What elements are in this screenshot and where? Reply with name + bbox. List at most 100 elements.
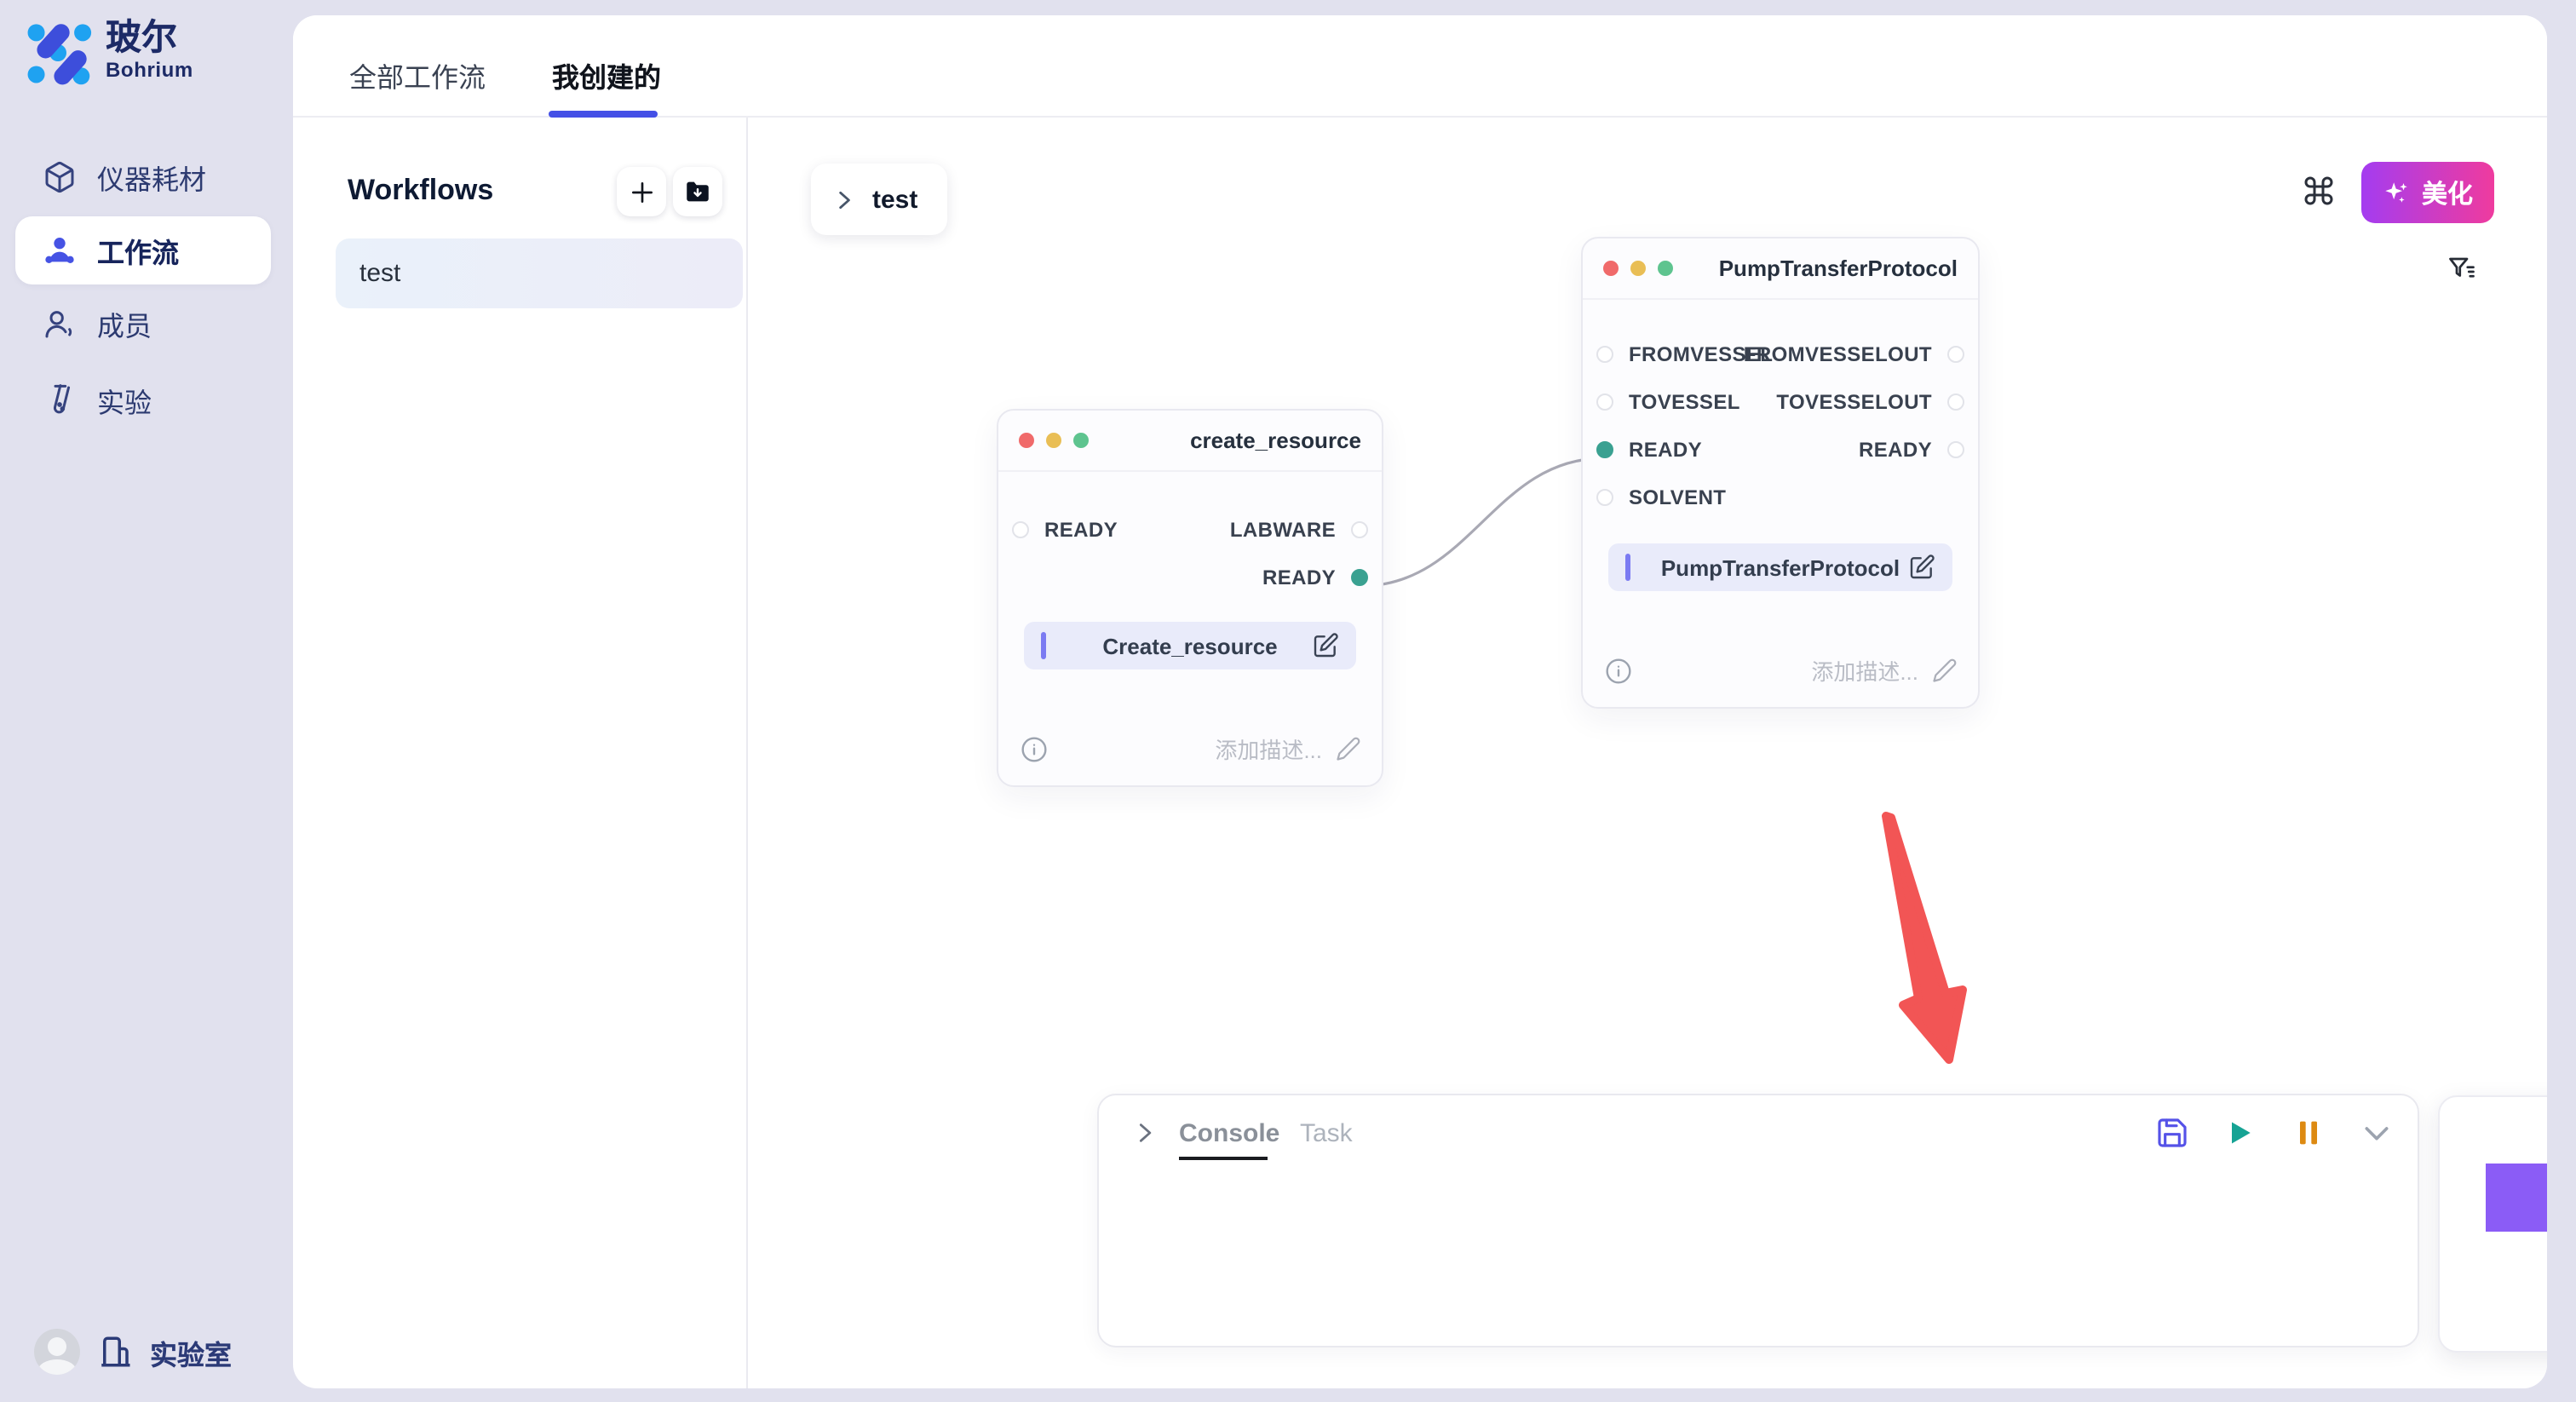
tab-task[interactable]: Task	[1300, 1119, 1353, 1148]
node-action-label: PumpTransferProtocol	[1661, 554, 1900, 580]
pencil-icon[interactable]	[1932, 658, 1958, 683]
info-icon[interactable]	[1021, 735, 1048, 762]
node-action-button[interactable]: Create_resource	[1024, 622, 1356, 669]
port-circle[interactable]	[1351, 569, 1368, 586]
collapse-chevron-icon[interactable]	[1133, 1121, 1157, 1145]
beautify-label: 美化	[2422, 175, 2473, 210]
node-title: create_resource	[1190, 428, 1361, 453]
workflows-panel-title: Workflows	[348, 174, 493, 208]
console-panel: Console Task	[1097, 1094, 2419, 1347]
node-header[interactable]: PumpTransferProtocol	[1583, 238, 1978, 300]
output-port-tovesselout[interactable]: TOVESSELOUT	[1776, 392, 1964, 412]
port-label: READY	[1859, 438, 1932, 462]
node-header[interactable]: create_resource	[998, 411, 1382, 472]
port-label: FROMVESSELOUT	[1744, 342, 1932, 366]
pencil-icon[interactable]	[1336, 736, 1361, 761]
port-circle[interactable]	[1596, 489, 1613, 506]
sidebar-item-instruments[interactable]: 仪器耗材	[15, 143, 271, 211]
input-port-ready[interactable]: READY	[1596, 440, 1702, 460]
description-placeholder[interactable]: 添加描述...	[1215, 733, 1322, 765]
beautify-button[interactable]: 美化	[2361, 162, 2494, 223]
content-card: 全部工作流 我创建的 Workflows test	[293, 15, 2547, 1388]
command-palette-button[interactable]	[2302, 174, 2336, 208]
sidebar: 玻尔 Bohrium 仪器耗材 工作流	[0, 0, 293, 1402]
sidebar-item-label: 实验	[97, 380, 152, 421]
tab-console[interactable]: Console	[1179, 1119, 1279, 1148]
filter-button[interactable]	[2447, 254, 2477, 284]
info-icon[interactable]	[1605, 657, 1632, 684]
input-port-tovessel[interactable]: TOVESSEL	[1596, 392, 1740, 412]
save-icon[interactable]	[2155, 1116, 2189, 1150]
node-pump-transfer-protocol[interactable]: PumpTransferProtocol FROMVESSEL FROMVESS…	[1581, 237, 1980, 709]
description-placeholder[interactable]: 添加描述...	[1811, 654, 1918, 687]
traffic-dot-yellow[interactable]	[1046, 433, 1061, 448]
traffic-dot-yellow[interactable]	[1630, 261, 1646, 276]
chevron-down-icon[interactable]	[2360, 1116, 2394, 1150]
port-circle[interactable]	[1947, 394, 1964, 411]
port-circle[interactable]	[1596, 346, 1613, 363]
port-label: TOVESSELOUT	[1776, 390, 1932, 414]
import-folder-button[interactable]	[673, 167, 722, 216]
workflow-list-item[interactable]: test	[336, 238, 743, 308]
pause-icon[interactable]	[2291, 1116, 2326, 1150]
port-label: READY	[1262, 566, 1336, 589]
edit-icon[interactable]	[1312, 632, 1339, 659]
sidebar-item-label: 工作流	[97, 230, 179, 271]
sidebar-item-experiments[interactable]: 实验	[15, 366, 271, 434]
lab-building-icon	[97, 1334, 133, 1370]
command-icon	[2302, 174, 2336, 208]
edge-create-to-pump	[1361, 458, 1603, 586]
port-circle[interactable]	[1947, 441, 1964, 458]
run-play-icon[interactable]	[2223, 1116, 2257, 1150]
node-action-button[interactable]: PumpTransferProtocol	[1608, 543, 1952, 591]
breadcrumb-label: test	[872, 185, 917, 214]
workflow-canvas[interactable]: test 美化	[748, 118, 2547, 1388]
traffic-dot-red[interactable]	[1019, 433, 1034, 448]
sidebar-item-label: 仪器耗材	[97, 157, 206, 198]
sidebar-item-workflow[interactable]: 工作流	[15, 216, 271, 284]
tab-my-created[interactable]: 我创建的	[552, 55, 661, 95]
port-circle[interactable]	[1351, 521, 1368, 538]
lab-name[interactable]: 实验室	[150, 1331, 232, 1372]
cursor-bar	[1625, 554, 1630, 581]
avatar[interactable]	[34, 1329, 80, 1375]
output-port-ready[interactable]: READY	[1859, 440, 1964, 460]
edit-icon[interactable]	[1908, 554, 1935, 581]
node-footer: 添加描述...	[1605, 654, 1958, 687]
node-action-label: Create_resource	[1102, 633, 1277, 658]
tab-all-workflows[interactable]: 全部工作流	[349, 55, 486, 95]
traffic-dot-green[interactable]	[1658, 261, 1673, 276]
traffic-dot-green[interactable]	[1073, 433, 1089, 448]
port-label: TOVESSEL	[1629, 390, 1740, 414]
add-workflow-button[interactable]	[617, 167, 666, 216]
port-circle[interactable]	[1947, 346, 1964, 363]
output-port-fromvesselout[interactable]: FROMVESSELOUT	[1744, 344, 1964, 365]
workflow-tabbar: 全部工作流 我创建的	[293, 15, 2547, 118]
cursor-bar	[1041, 632, 1046, 659]
traffic-dots	[1019, 433, 1089, 448]
node-footer: 添加描述...	[1021, 733, 1361, 765]
input-port-solvent[interactable]: SOLVENT	[1596, 487, 1726, 508]
test-tube-icon	[43, 383, 77, 417]
output-port-labware[interactable]: LABWARE	[1230, 520, 1368, 540]
plus-icon	[628, 178, 655, 205]
brand-logo: 玻尔 Bohrium	[24, 19, 193, 87]
active-tab-underline	[549, 111, 658, 118]
sidebar-item-label: 成员	[97, 303, 152, 344]
breadcrumb[interactable]: test	[811, 164, 947, 235]
port-circle[interactable]	[1596, 441, 1613, 458]
app-window: 玻尔 Bohrium 仪器耗材 工作流	[0, 0, 2576, 1402]
workflow-users-icon	[43, 233, 77, 267]
port-circle[interactable]	[1012, 521, 1029, 538]
minimap[interactable]	[2438, 1095, 2547, 1353]
traffic-dot-red[interactable]	[1603, 261, 1619, 276]
port-circle[interactable]	[1596, 394, 1613, 411]
bohrium-logo-icon	[24, 19, 92, 87]
port-label: SOLVENT	[1629, 486, 1726, 509]
input-port-ready[interactable]: READY	[1012, 520, 1118, 540]
sidebar-item-members[interactable]: 成员	[15, 290, 271, 358]
chevron-right-icon	[833, 188, 855, 210]
node-create-resource[interactable]: create_resource READY LABWARE READY Crea…	[997, 409, 1383, 787]
traffic-dots	[1603, 261, 1673, 276]
output-port-ready[interactable]: READY	[1262, 567, 1368, 588]
